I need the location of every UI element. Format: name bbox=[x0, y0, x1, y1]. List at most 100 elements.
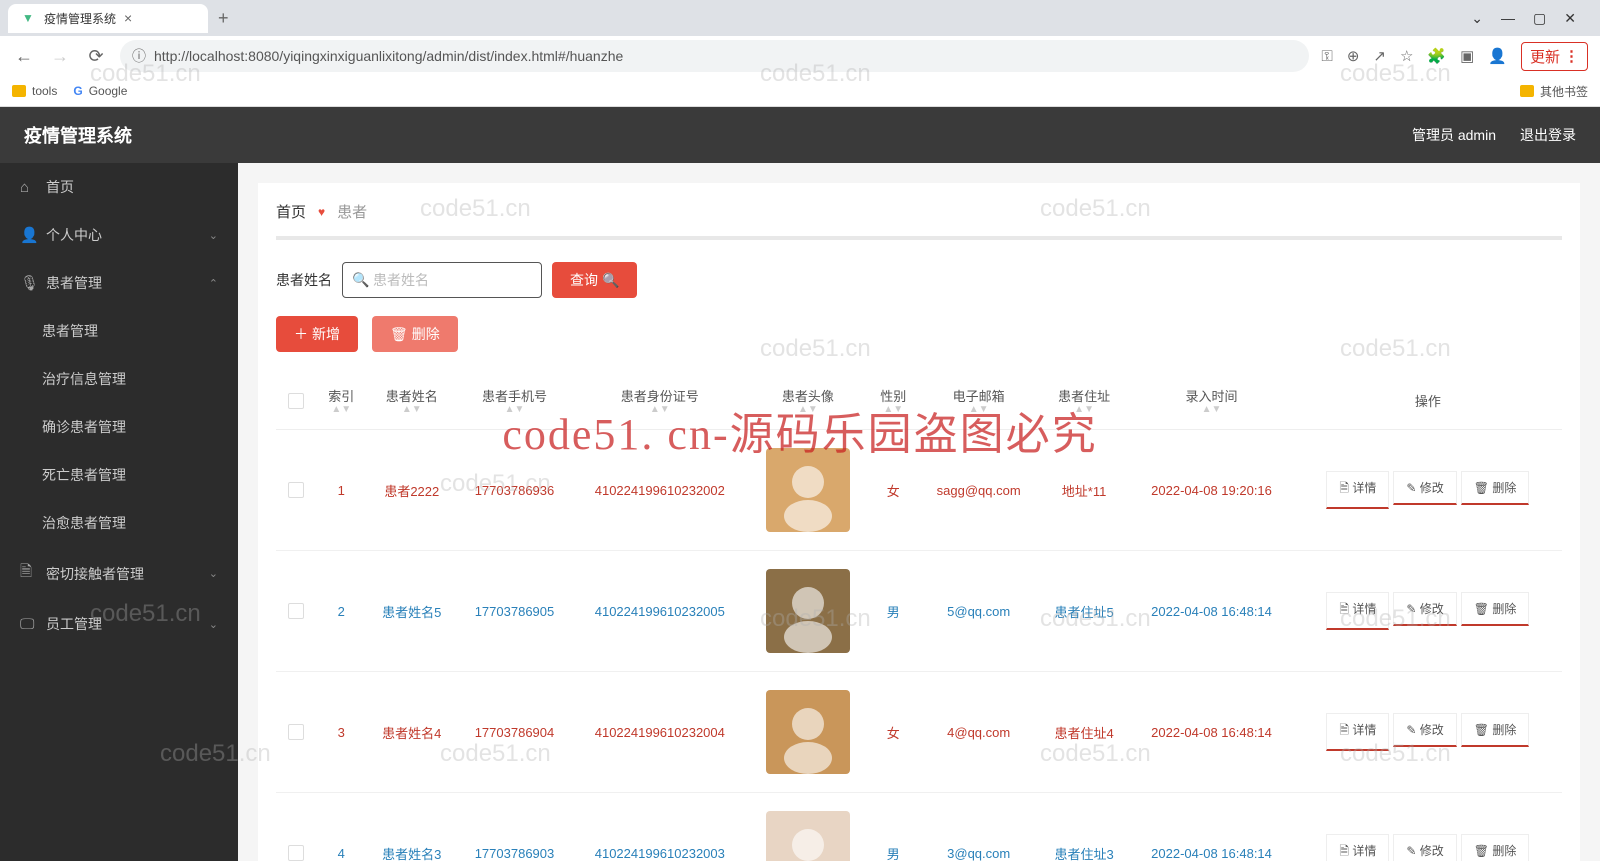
sort-icon: ▲▼ bbox=[375, 405, 449, 415]
home-icon: ⌂ bbox=[20, 179, 36, 196]
sort-icon: ▲▼ bbox=[324, 405, 359, 415]
action-row: ＋ 新增 🗑 删除 bbox=[276, 316, 1562, 352]
cell-name[interactable]: 患者姓名3 bbox=[367, 793, 457, 861]
profile-icon[interactable]: 👤 bbox=[1488, 47, 1507, 65]
cell-ops: 🗎 详情✎ 修改🗑 删除 bbox=[1294, 551, 1562, 672]
row-delete-button[interactable]: 🗑 删除 bbox=[1461, 471, 1530, 505]
sidebar-item-contact[interactable]: 🗎密切接触者管理⌄ bbox=[0, 547, 238, 600]
cell-name[interactable]: 患者姓名4 bbox=[367, 672, 457, 793]
select-all-checkbox[interactable] bbox=[288, 393, 304, 409]
detail-button[interactable]: 🗎 详情 bbox=[1326, 471, 1389, 509]
breadcrumb-home[interactable]: 首页 bbox=[276, 201, 306, 222]
breadcrumb: 首页 ♥ 患者 bbox=[276, 201, 1562, 240]
logout-button[interactable]: 退出登录 bbox=[1520, 125, 1576, 145]
chevron-down-icon[interactable]: ⌄ bbox=[1471, 10, 1483, 27]
sidebar-item-patient[interactable]: 🎙患者管理⌃ bbox=[0, 259, 238, 307]
breadcrumb-current: 患者 bbox=[337, 201, 367, 222]
th-phone[interactable]: 患者手机号▲▼ bbox=[457, 372, 572, 430]
th-avatar[interactable]: 患者头像▲▼ bbox=[748, 372, 868, 430]
maximize-icon[interactable]: ▢ bbox=[1533, 10, 1546, 27]
reload-button[interactable]: ⟳ bbox=[84, 46, 108, 67]
window-controls: ⌄ — ▢ ✕ bbox=[1455, 10, 1592, 27]
th-email[interactable]: 电子邮箱▲▼ bbox=[919, 372, 1039, 430]
cell-name[interactable]: 患者姓名5 bbox=[367, 551, 457, 672]
star-icon[interactable]: ☆ bbox=[1400, 47, 1413, 65]
row-delete-button[interactable]: 🗑 删除 bbox=[1461, 834, 1530, 861]
data-table: 索引▲▼ 患者姓名▲▼ 患者手机号▲▼ 患者身份证号▲▼ 患者头像▲▼ 性别▲▼… bbox=[276, 372, 1562, 861]
cell-time: 2022-04-08 16:48:14 bbox=[1129, 551, 1293, 672]
new-tab-button[interactable]: + bbox=[208, 4, 239, 33]
th-idcard[interactable]: 患者身份证号▲▼ bbox=[572, 372, 748, 430]
sidebar-sub-confirm[interactable]: 确诊患者管理 bbox=[0, 403, 238, 451]
minimize-icon[interactable]: — bbox=[1501, 10, 1515, 27]
bookmark-other[interactable]: 其他书签 bbox=[1520, 83, 1588, 100]
sidebar-item-personal[interactable]: 👤个人中心⌄ bbox=[0, 211, 238, 259]
th-address[interactable]: 患者住址▲▼ bbox=[1039, 372, 1129, 430]
detail-button[interactable]: 🗎 详情 bbox=[1326, 713, 1389, 751]
row-checkbox[interactable] bbox=[288, 845, 304, 861]
extensions-icon[interactable]: 🧩 bbox=[1427, 47, 1446, 65]
update-button[interactable]: 更新 ⋮ bbox=[1521, 42, 1588, 71]
sort-icon: ▲▼ bbox=[465, 405, 564, 415]
app-body: ⌂首页 👤个人中心⌄ 🎙患者管理⌃ 患者管理 治疗信息管理 确诊患者管理 死亡患… bbox=[0, 163, 1600, 861]
search-input[interactable] bbox=[342, 262, 542, 298]
search-button[interactable]: 查询 🔍 bbox=[552, 262, 637, 298]
info-icon: ⓘ bbox=[132, 46, 146, 66]
sort-icon: ▲▼ bbox=[1137, 405, 1285, 415]
sort-icon: ▲▼ bbox=[1047, 405, 1121, 415]
th-index[interactable]: 索引▲▼ bbox=[316, 372, 367, 430]
th-time[interactable]: 录入时间▲▼ bbox=[1129, 372, 1293, 430]
chevron-down-icon: ⌄ bbox=[209, 567, 218, 580]
sidebar-sub-patient-manage[interactable]: 患者管理 bbox=[0, 307, 238, 355]
cell-index: 3 bbox=[316, 672, 367, 793]
bookmark-tools[interactable]: tools bbox=[12, 84, 57, 98]
detail-button[interactable]: 🗎 详情 bbox=[1326, 592, 1389, 630]
cell-email: 5@qq.com bbox=[919, 551, 1039, 672]
cell-time: 2022-04-08 19:20:16 bbox=[1129, 430, 1293, 551]
row-delete-button[interactable]: 🗑 删除 bbox=[1461, 592, 1530, 626]
folder-icon bbox=[12, 85, 26, 97]
row-delete-button[interactable]: 🗑 删除 bbox=[1461, 713, 1530, 747]
user-label[interactable]: 管理员 admin bbox=[1412, 125, 1496, 145]
user-icon: 👤 bbox=[20, 226, 36, 244]
cell-gender: 女 bbox=[868, 672, 919, 793]
cell-index: 4 bbox=[316, 793, 367, 861]
sidebar-item-home[interactable]: ⌂首页 bbox=[0, 163, 238, 211]
share-icon[interactable]: ↗ bbox=[1373, 47, 1386, 65]
sidepanel-icon[interactable]: ▣ bbox=[1460, 47, 1474, 65]
cell-phone: 17703786936 bbox=[457, 430, 572, 551]
row-checkbox[interactable] bbox=[288, 603, 304, 619]
key-icon[interactable]: ⚿ bbox=[1321, 48, 1332, 65]
cell-idcard: 410224199610232003 bbox=[572, 793, 748, 861]
cell-gender: 女 bbox=[868, 430, 919, 551]
cell-time: 2022-04-08 16:48:14 bbox=[1129, 793, 1293, 861]
th-name[interactable]: 患者姓名▲▼ bbox=[367, 372, 457, 430]
app-header: 疫情管理系统 管理员 admin 退出登录 bbox=[0, 107, 1600, 163]
detail-button[interactable]: 🗎 详情 bbox=[1326, 834, 1389, 861]
sidebar-item-staff[interactable]: 🖵员工管理⌄ bbox=[0, 600, 238, 648]
edit-button[interactable]: ✎ 修改 bbox=[1393, 592, 1456, 626]
row-checkbox[interactable] bbox=[288, 482, 304, 498]
row-checkbox[interactable] bbox=[288, 724, 304, 740]
delete-button[interactable]: 🗑 删除 bbox=[372, 316, 458, 352]
sidebar-sub-treat[interactable]: 治疗信息管理 bbox=[0, 355, 238, 403]
cell-name[interactable]: 患者2222 bbox=[367, 430, 457, 551]
th-gender[interactable]: 性别▲▼ bbox=[868, 372, 919, 430]
tab-title: 疫情管理系统 bbox=[44, 10, 116, 27]
url-input[interactable]: ⓘ http://localhost:8080/yiqingxinxiguanl… bbox=[120, 40, 1309, 72]
add-button[interactable]: ＋ 新增 bbox=[276, 316, 358, 352]
close-window-icon[interactable]: ✕ bbox=[1564, 10, 1576, 27]
sidebar-sub-cured[interactable]: 治愈患者管理 bbox=[0, 499, 238, 547]
edit-button[interactable]: ✎ 修改 bbox=[1393, 713, 1456, 747]
vue-favicon-icon: ▼ bbox=[20, 10, 36, 26]
bookmark-google[interactable]: GGoogle bbox=[73, 84, 127, 98]
browser-tab[interactable]: ▼ 疫情管理系统 × bbox=[8, 4, 208, 33]
edit-button[interactable]: ✎ 修改 bbox=[1393, 834, 1456, 861]
sort-icon: ▲▼ bbox=[756, 405, 860, 415]
close-tab-icon[interactable]: × bbox=[124, 10, 132, 26]
translate-icon[interactable]: ⊕ bbox=[1347, 47, 1360, 65]
sidebar-sub-death[interactable]: 死亡患者管理 bbox=[0, 451, 238, 499]
edit-button[interactable]: ✎ 修改 bbox=[1393, 471, 1456, 505]
back-button[interactable]: ← bbox=[12, 46, 36, 67]
tab-bar: ▼ 疫情管理系统 × + ⌄ — ▢ ✕ bbox=[0, 0, 1600, 36]
